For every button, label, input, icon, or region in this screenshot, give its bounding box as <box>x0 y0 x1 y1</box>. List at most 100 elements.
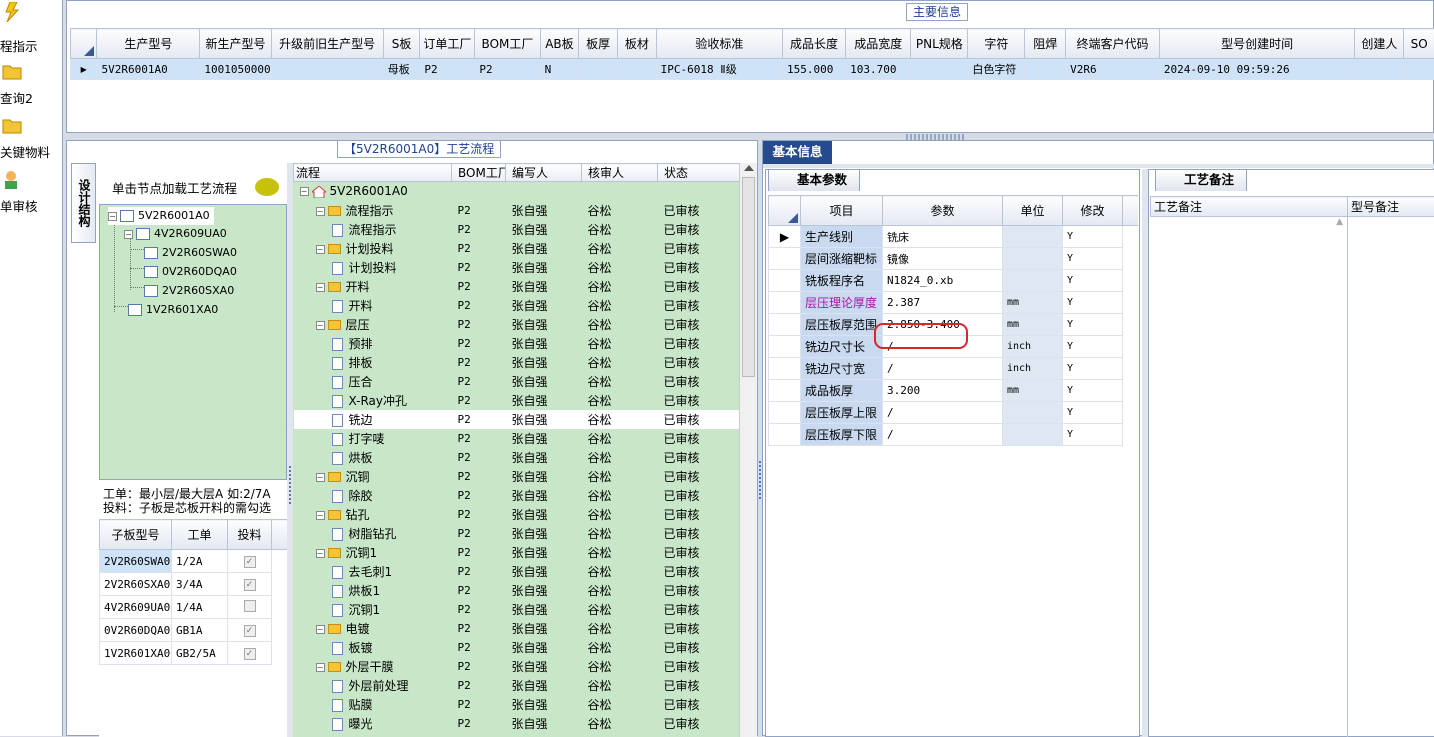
tab-design-structure[interactable]: 设计结构 <box>71 163 96 243</box>
collapse-icon[interactable]: − <box>124 230 133 239</box>
flow-scrollbar[interactable] <box>739 163 757 737</box>
column-header[interactable]: 成品长度 <box>782 29 845 59</box>
collapse-icon[interactable]: − <box>316 283 325 292</box>
column-header[interactable]: 工单 <box>172 520 228 550</box>
collapse-icon[interactable]: − <box>316 207 325 216</box>
column-header[interactable]: 型号备注 <box>1348 197 1434 217</box>
param-modify[interactable]: Y <box>1063 424 1123 446</box>
column-header[interactable]: 成品宽度 <box>846 29 911 59</box>
column-header[interactable]: 流程 <box>294 164 452 182</box>
feed-cell[interactable]: ✓ <box>228 573 272 596</box>
param-value[interactable]: 铣床 <box>883 226 1003 248</box>
column-header[interactable]: 修改 <box>1063 196 1123 226</box>
collapse-icon[interactable]: − <box>316 321 325 330</box>
param-modify[interactable]: Y <box>1063 226 1123 248</box>
flow-row[interactable]: −电镀P2张自强谷松已审核 <box>294 619 740 638</box>
tab-basic-info[interactable]: 基本信息 <box>763 141 832 164</box>
flow-row[interactable]: 开料P2张自强谷松已审核 <box>294 296 740 315</box>
param-modify[interactable]: Y <box>1063 380 1123 402</box>
flow-root-row[interactable]: −5V2R6001A0 <box>294 182 740 201</box>
column-header[interactable]: PNL规格 <box>911 29 968 59</box>
feed-cell[interactable]: ✓ <box>228 619 272 642</box>
nav-key-material[interactable]: 关键物料 <box>0 116 63 160</box>
table-row[interactable]: 层压理论厚度2.387mmY <box>769 292 1139 314</box>
flow-row[interactable]: 贴膜P2张自强谷松已审核 <box>294 695 740 714</box>
table-row[interactable]: 1V2R601XA0GB2/5A✓ <box>100 642 288 665</box>
table-row[interactable]: 0V2R60DQA0GB1A✓ <box>100 619 288 642</box>
flow-row[interactable]: 预排P2张自强谷松已审核 <box>294 334 740 353</box>
column-header[interactable]: 阻焊 <box>1025 29 1066 59</box>
flow-row[interactable]: 沉铜1P2张自强谷松已审核 <box>294 600 740 619</box>
tree-node-grandchild[interactable]: 2V2R60SWA0 <box>144 244 237 262</box>
param-modify[interactable]: Y <box>1063 314 1123 336</box>
work-order-cell[interactable]: GB1A <box>172 619 228 642</box>
flow-row[interactable]: 烘板P2张自强谷松已审核 <box>294 448 740 467</box>
column-header[interactable]: BOM工厂 <box>452 164 506 182</box>
flow-row[interactable]: 除胶P2张自强谷松已审核 <box>294 486 740 505</box>
flow-row[interactable]: 铣边P2张自强谷松已审核 <box>294 410 740 429</box>
table-row[interactable]: 成品板厚3.200mmY <box>769 380 1139 402</box>
tree-node-child[interactable]: 1V2R601XA0 <box>128 301 218 319</box>
work-order-cell[interactable]: 1/4A <box>172 596 228 619</box>
flow-row[interactable]: −开料P2张自强谷松已审核 <box>294 277 740 296</box>
checkbox-checked-icon[interactable]: ✓ <box>244 556 256 568</box>
collapse-icon[interactable]: − <box>316 473 325 482</box>
column-header[interactable]: SO <box>1404 29 1434 59</box>
column-header[interactable]: 参数 <box>883 196 1003 226</box>
work-order-cell[interactable]: 3/4A <box>172 573 228 596</box>
subtab-basic-params[interactable]: 基本参数 <box>768 169 860 191</box>
param-value[interactable]: / <box>883 358 1003 380</box>
column-header[interactable]: 型号创建时间 <box>1159 29 1355 59</box>
tree-node-grandchild[interactable]: 2V2R60SXA0 <box>144 282 234 300</box>
column-header[interactable]: 编写人 <box>506 164 582 182</box>
tree-node-grandchild[interactable]: 0V2R60DQA0 <box>144 263 237 281</box>
column-header[interactable]: 工艺备注 <box>1151 197 1348 217</box>
checkbox-checked-icon[interactable]: ✓ <box>244 579 256 591</box>
column-header[interactable]: 投料 <box>228 520 272 550</box>
flow-row[interactable]: −钻孔P2张自强谷松已审核 <box>294 505 740 524</box>
flow-row[interactable]: 压合P2张自强谷松已审核 <box>294 372 740 391</box>
flow-row[interactable]: −计划投料P2张自强谷松已审核 <box>294 239 740 258</box>
column-header[interactable]: 升级前旧生产型号 <box>271 29 383 59</box>
flow-row[interactable]: 外层前处理P2张自强谷松已审核 <box>294 676 740 695</box>
column-header[interactable]: 创建人 <box>1355 29 1404 59</box>
checkbox-checked-icon[interactable]: ✓ <box>244 648 256 660</box>
checkbox-checked-icon[interactable]: ✓ <box>244 625 256 637</box>
feed-cell[interactable] <box>228 596 272 619</box>
column-header[interactable]: 新生产型号 <box>200 29 271 59</box>
nav-process-indication[interactable]: 程指示 <box>0 0 63 44</box>
column-header[interactable]: 订单工厂 <box>420 29 475 59</box>
collapse-icon[interactable]: − <box>316 549 325 558</box>
collapse-icon[interactable]: − <box>108 212 117 221</box>
flow-row[interactable]: 排板P2张自强谷松已审核 <box>294 353 740 372</box>
column-header[interactable]: 生产型号 <box>97 29 200 59</box>
param-modify[interactable]: Y <box>1063 358 1123 380</box>
tree-node-root[interactable]: −5V2R6001A0 <box>108 207 214 225</box>
column-header[interactable]: 板厚 <box>579 29 618 59</box>
table-row[interactable]: 层间涨缩靶标镜像Y <box>769 248 1139 270</box>
tree-node-child[interactable]: −4V2R609UA0 <box>124 225 227 243</box>
flow-row[interactable]: 去毛刺1P2张自强谷松已审核 <box>294 562 740 581</box>
nav-review[interactable]: 单审核 <box>0 170 63 214</box>
table-row[interactable]: 铣边尺寸宽/inchY <box>769 358 1139 380</box>
feed-cell[interactable]: ✓ <box>228 642 272 665</box>
param-value[interactable]: 2.387 <box>883 292 1003 314</box>
collapse-icon[interactable]: − <box>316 625 325 634</box>
splitter-grip[interactable] <box>759 461 761 501</box>
column-header[interactable]: BOM工厂 <box>475 29 540 59</box>
checkbox-unchecked-icon[interactable] <box>244 600 256 612</box>
param-modify[interactable]: Y <box>1063 270 1123 292</box>
param-modify[interactable]: Y <box>1063 292 1123 314</box>
flow-row[interactable]: X-Ray冲孔P2张自强谷松已审核 <box>294 391 740 410</box>
splitter-grip[interactable] <box>289 466 291 506</box>
table-row[interactable]: 层压板厚上限/Y <box>769 402 1139 424</box>
collapse-icon[interactable]: − <box>300 187 309 196</box>
work-order-cell[interactable]: 1/2A <box>172 550 228 573</box>
column-header[interactable]: 状态 <box>658 164 740 182</box>
table-row[interactable]: 4V2R609UA01/4A <box>100 596 288 619</box>
flow-row[interactable]: 烘板1P2张自强谷松已审核 <box>294 581 740 600</box>
column-header[interactable]: 子板型号 <box>100 520 172 550</box>
flow-row[interactable]: 树脂钻孔P2张自强谷松已审核 <box>294 524 740 543</box>
column-header[interactable]: S板 <box>383 29 420 59</box>
param-value[interactable]: N1824_0.xb <box>883 270 1003 292</box>
